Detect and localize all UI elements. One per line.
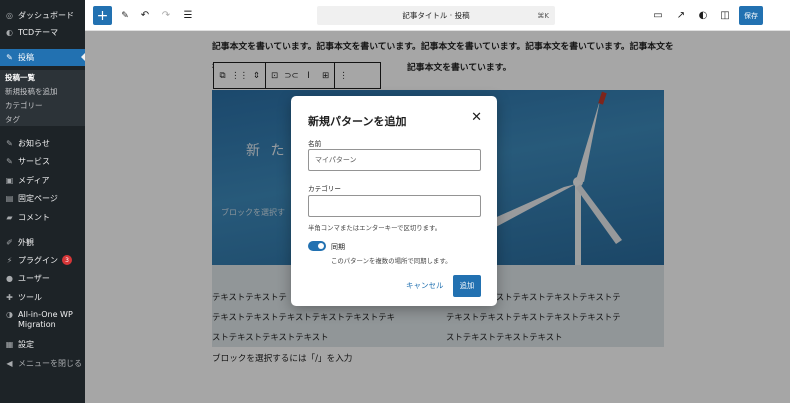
pin-icon: ✎ xyxy=(6,138,13,148)
save-button[interactable]: 保存 xyxy=(739,6,763,25)
menu-label: メニューを閉じる xyxy=(18,358,82,368)
menu-dashboard[interactable]: ◎ ダッシュボード xyxy=(0,7,85,23)
update-count-badge: 3 xyxy=(62,255,72,265)
menu-media[interactable]: ▣ メディア xyxy=(0,172,85,188)
category-input[interactable] xyxy=(308,195,481,217)
toggle-knob xyxy=(318,243,324,249)
cancel-button[interactable]: キャンセル xyxy=(406,280,444,291)
close-icon[interactable]: ✕ xyxy=(471,110,482,125)
posts-submenu: 投稿一覧 新規投稿を追加 カテゴリー タグ xyxy=(0,70,85,126)
admin-sidebar: ◎ ダッシュボード ◐ TCDテーマ ✎ 投稿 投稿一覧 新規投稿を追加 カテゴリー … xyxy=(0,0,85,403)
desktop-preview-icon[interactable]: ▭ xyxy=(650,6,666,25)
tool-icon: ✚ xyxy=(6,292,13,302)
menu-posts[interactable]: ✎ 投稿 xyxy=(0,49,85,66)
page-icon: ▤ xyxy=(5,193,14,203)
migration-icon: ◑ xyxy=(6,310,13,319)
modal-title: 新規パターンを追加 xyxy=(308,115,407,128)
contrast-icon[interactable]: ◐ xyxy=(695,6,711,25)
menu-news[interactable]: ✎ お知らせ xyxy=(0,135,85,151)
menu-label-line2: Migration xyxy=(18,320,56,329)
user-icon: ● xyxy=(6,273,13,283)
menu-users[interactable]: ● ユーザー xyxy=(0,270,85,286)
add-block-button[interactable]: + xyxy=(93,6,112,25)
sync-label: 同期 xyxy=(331,243,345,251)
document-title-bar[interactable]: 記事タイトル · 投稿 ⌘K xyxy=(317,6,555,25)
menu-migration[interactable]: ◑ All-in-One WP Migration xyxy=(0,307,85,333)
add-pattern-modal: 新規パターンを追加 ✕ 名前 マイパターン カテゴリー 半角コンマまたはエンター… xyxy=(291,96,497,306)
menu-tools[interactable]: ✚ ツール xyxy=(0,289,85,305)
sync-hint: このパターンを複数の場所で同期します。 xyxy=(331,257,452,265)
undo-icon[interactable]: ↶ xyxy=(137,6,153,25)
menu-appearance[interactable]: ✐ 外観 xyxy=(0,234,85,250)
menu-collapse[interactable]: ◀ メニューを閉じる xyxy=(0,355,85,371)
command-shortcut: ⌘K xyxy=(537,11,549,20)
pin-icon: ✎ xyxy=(6,156,13,166)
menu-label: ユーザー xyxy=(18,273,50,283)
menu-plugins[interactable]: ⚡ プラグイン 3 xyxy=(0,252,85,268)
pin-icon: ✎ xyxy=(6,53,13,62)
tcd-theme-icon: ◐ xyxy=(6,27,13,37)
menu-pages[interactable]: ▤ 固定ページ xyxy=(0,190,85,206)
pen-icon[interactable]: ✎ xyxy=(117,6,133,25)
menu-services[interactable]: ✎ サービス xyxy=(0,153,85,169)
media-icon: ▣ xyxy=(5,175,14,185)
menu-label: 設定 xyxy=(18,339,34,349)
category-hint: 半角コンマまたはエンターキーで区切ります。 xyxy=(308,224,442,232)
document-title: 記事タイトル · 投稿 xyxy=(402,11,470,20)
menu-label: サービス xyxy=(18,156,50,166)
menu-label: コメント xyxy=(18,212,50,222)
menu-label: ツール xyxy=(18,292,42,302)
submenu-tags[interactable]: タグ xyxy=(0,112,85,126)
category-label: カテゴリー xyxy=(308,185,341,193)
appearance-icon: ✐ xyxy=(6,237,13,247)
submenu-all-posts[interactable]: 投稿一覧 xyxy=(0,70,85,84)
menu-label: プラグイン xyxy=(18,255,58,265)
menu-label: All-in-One WP xyxy=(18,310,73,319)
editor-toolbar: + ✎ ↶ ↷ ☰ 記事タイトル · 投稿 ⌘K ▭ ↗ ◐ ◫ 保存 xyxy=(85,0,790,31)
sidebar-toggle-icon[interactable]: ◫ xyxy=(717,6,733,25)
comment-icon: ▰ xyxy=(6,212,13,222)
submenu-add-new[interactable]: 新規投稿を追加 xyxy=(0,84,85,98)
dashboard-icon: ◎ xyxy=(6,10,13,20)
list-view-icon[interactable]: ☰ xyxy=(180,6,196,25)
plugin-icon: ⚡ xyxy=(6,255,13,265)
name-input[interactable]: マイパターン xyxy=(308,149,481,171)
settings-icon: ▦ xyxy=(5,339,14,349)
menu-settings[interactable]: ▦ 設定 xyxy=(0,336,85,352)
menu-comments[interactable]: ▰ コメント xyxy=(0,209,85,225)
collapse-icon: ◀ xyxy=(6,358,13,368)
submenu-categories[interactable]: カテゴリー xyxy=(0,98,85,112)
menu-label: 固定ページ xyxy=(18,193,58,203)
menu-label: ダッシュボード xyxy=(18,10,74,20)
external-link-icon[interactable]: ↗ xyxy=(673,6,689,25)
menu-label: TCDテーマ xyxy=(18,27,59,37)
add-pattern-button[interactable]: 追加 xyxy=(453,275,481,297)
menu-tcd-theme[interactable]: ◐ TCDテーマ xyxy=(0,24,85,40)
redo-icon[interactable]: ↷ xyxy=(158,6,174,25)
name-label: 名前 xyxy=(308,140,322,148)
menu-label: メディア xyxy=(18,175,50,185)
sync-toggle[interactable] xyxy=(308,241,326,251)
menu-label: お知らせ xyxy=(18,138,50,148)
menu-label: 投稿 xyxy=(18,53,34,62)
menu-label: 外観 xyxy=(18,237,34,247)
